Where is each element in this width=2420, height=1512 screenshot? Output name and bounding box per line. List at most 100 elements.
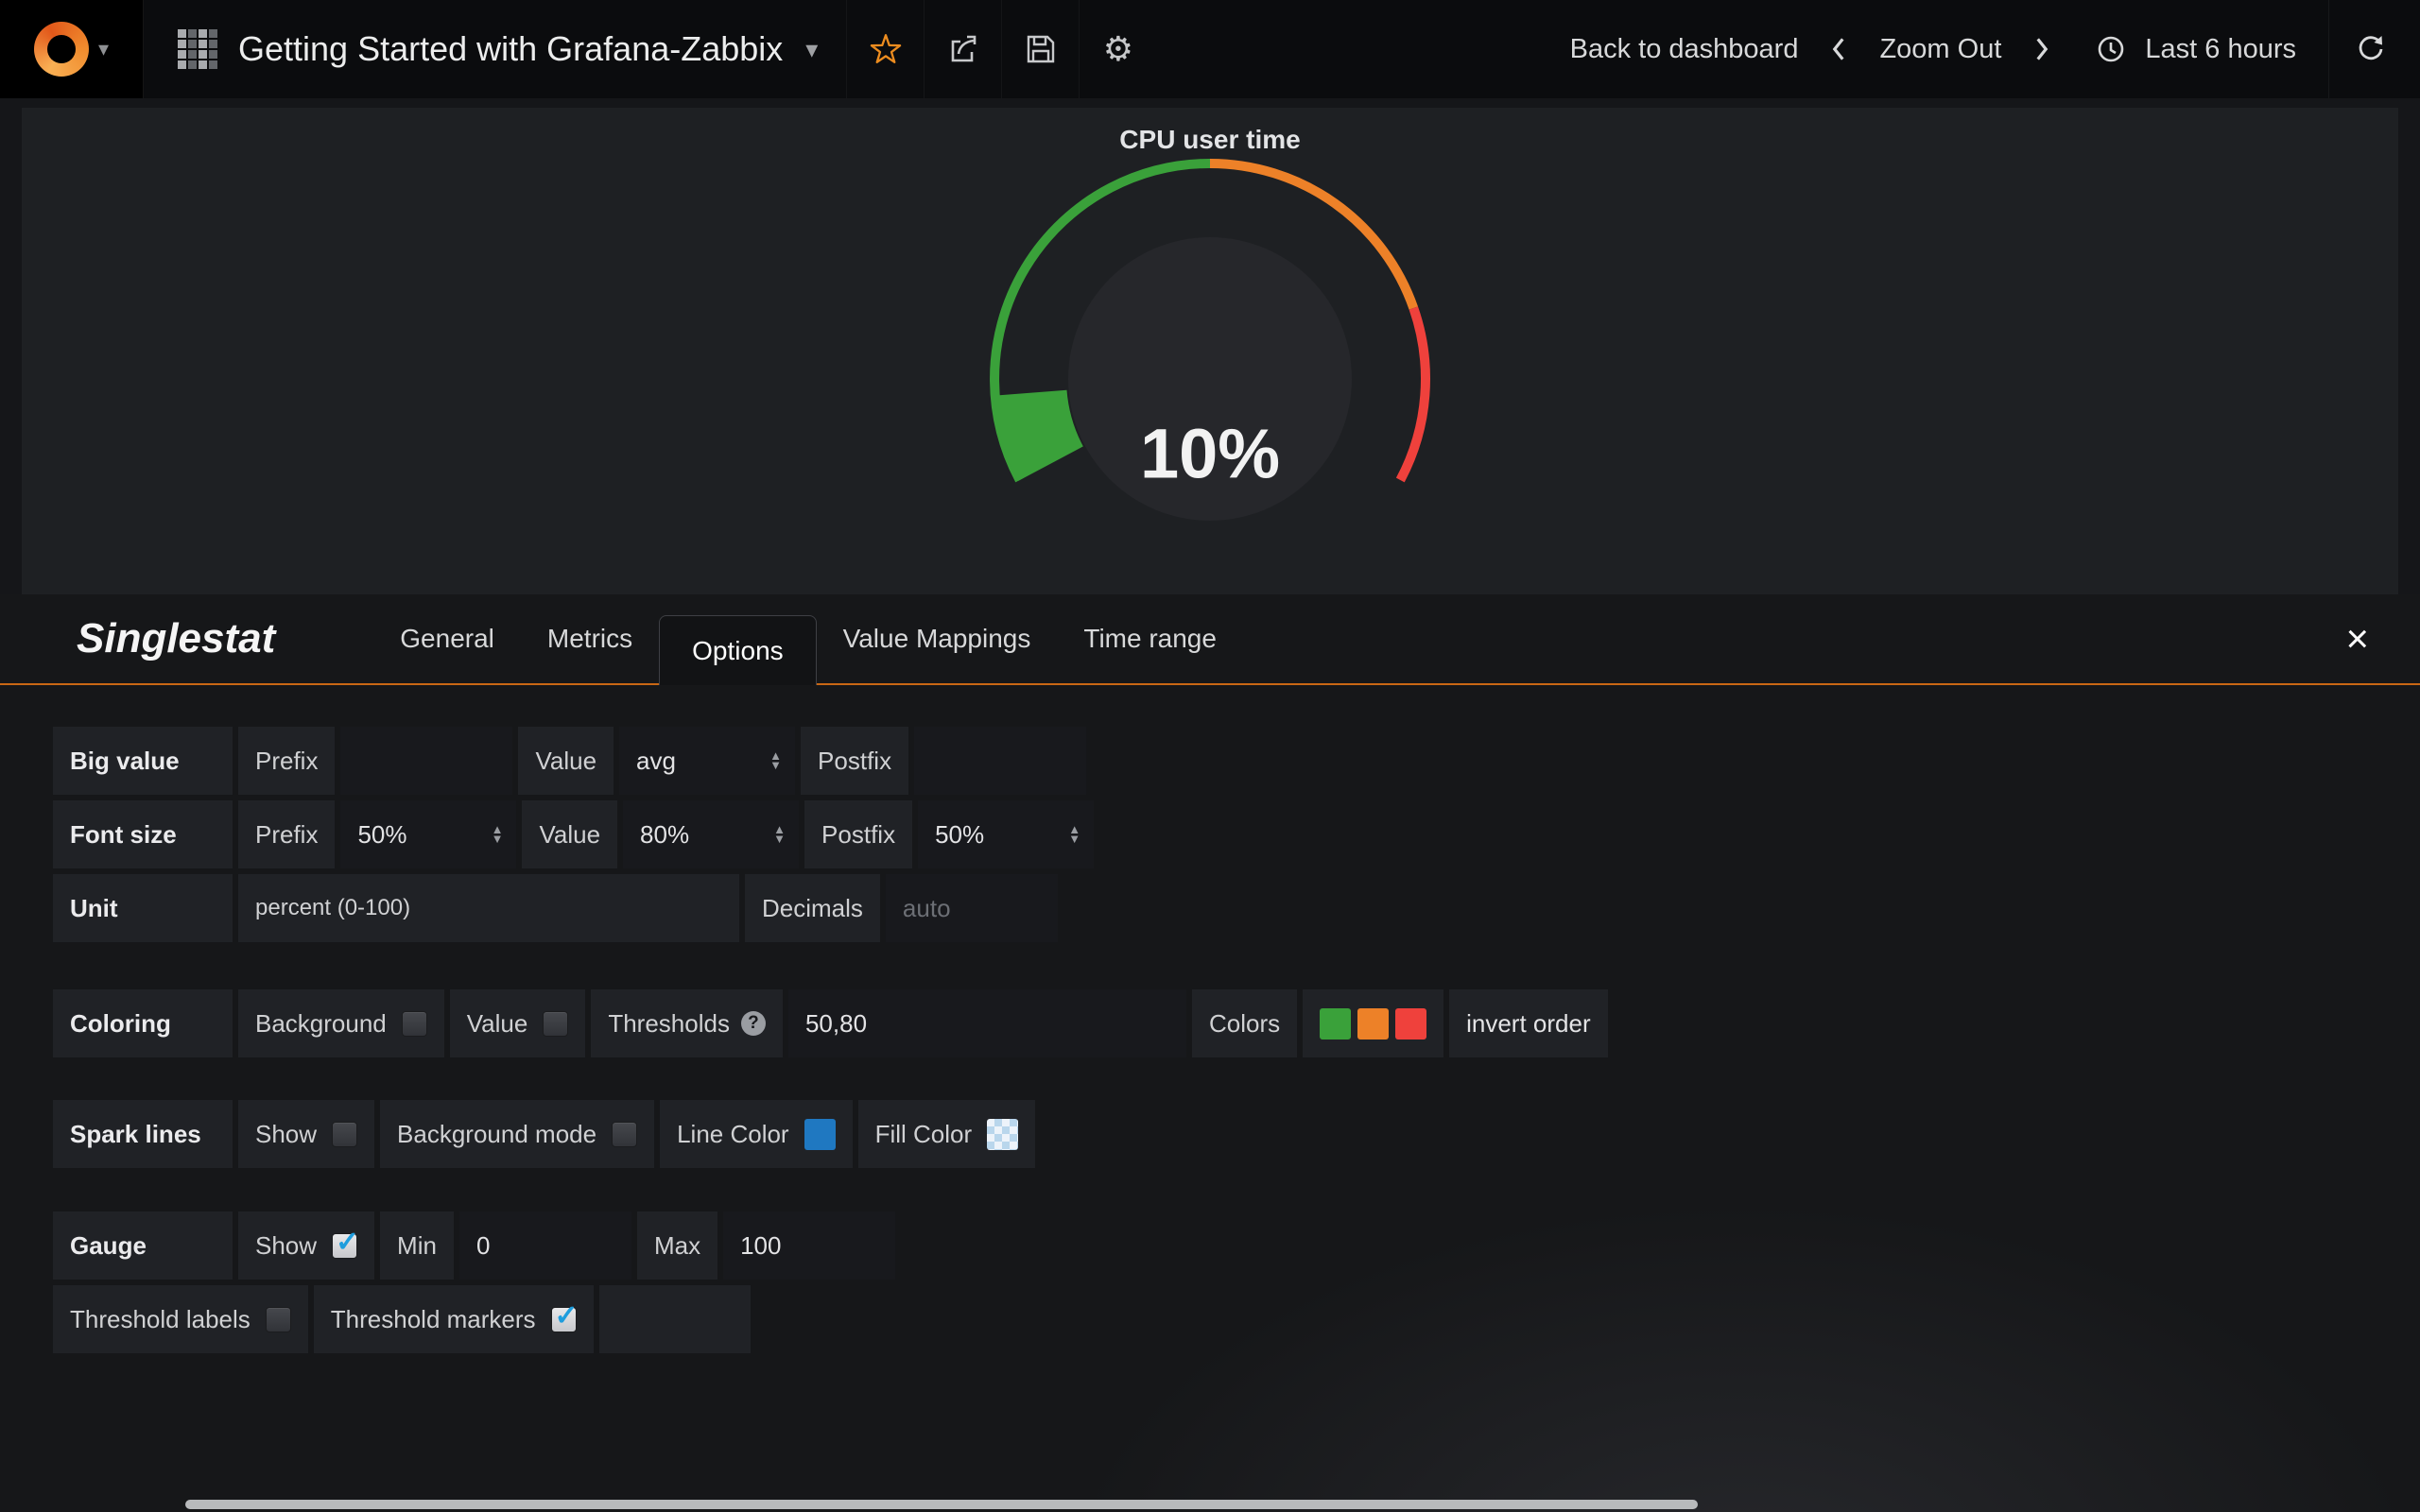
grafana-menu-button[interactable]: ▾	[0, 0, 144, 98]
spark-bgmode-option: Background mode	[380, 1100, 654, 1168]
logo-caret-down-icon: ▾	[98, 37, 109, 61]
thresholds-input[interactable]	[788, 989, 1186, 1057]
big-value-label: Big value	[53, 727, 233, 795]
decimals-input[interactable]	[886, 874, 1058, 942]
threshold-labels-checkbox[interactable]	[266, 1307, 291, 1332]
singlestat-panel: CPU user time 10%	[22, 108, 2398, 594]
fill-color-swatch[interactable]	[987, 1119, 1018, 1150]
value-label: Value	[518, 727, 614, 795]
threshold-display-row: Threshold labels Threshold markers ✓	[53, 1285, 2420, 1353]
editor-tabs-bar: Singlestat General Metrics Options Value…	[0, 594, 2420, 685]
time-shift-left-button[interactable]	[1817, 33, 1860, 65]
grafana-logo-icon	[34, 22, 89, 77]
gear-icon: ⚙	[1103, 29, 1133, 69]
big-value-prefix-input[interactable]	[340, 727, 512, 795]
help-icon[interactable]: ?	[741, 1011, 766, 1036]
big-value-postfix-input[interactable]	[914, 727, 1086, 795]
sparklines-row: Spark lines Show Background mode Line Co…	[53, 1100, 2420, 1168]
value-checkbox[interactable]	[543, 1011, 568, 1037]
font-prefix-label: Prefix	[238, 800, 335, 868]
prefix-label: Prefix	[238, 727, 335, 795]
line-color-swatch[interactable]	[804, 1119, 836, 1150]
unit-dropdown[interactable]: percent (0-100)	[238, 874, 739, 942]
gauge-max-input[interactable]	[723, 1211, 895, 1280]
tab-time-range[interactable]: Time range	[1057, 608, 1243, 670]
checkmark-icon: ✓	[555, 1299, 579, 1332]
tab-value-mappings[interactable]: Value Mappings	[817, 608, 1058, 670]
gauge-chart: 10%	[974, 147, 1446, 530]
tab-general[interactable]: General	[373, 608, 521, 670]
invert-order-button[interactable]: invert order	[1449, 989, 1608, 1057]
line-color-cell: Line Color	[660, 1100, 853, 1168]
select-arrows-icon: ▲▼	[492, 825, 504, 844]
options-form: Big value Prefix Value avg ▲▼ Postfix Fo…	[0, 685, 2420, 1353]
threshold-markers-checkbox[interactable]: ✓	[551, 1307, 577, 1332]
select-arrows-icon: ▲▼	[769, 751, 782, 770]
font-postfix-label: Postfix	[804, 800, 912, 868]
refresh-button[interactable]	[2328, 0, 2394, 98]
font-postfix-select[interactable]: 50% ▲▼	[918, 800, 1094, 868]
navbar-right-controls: Back to dashboard Zoom Out Last 6 hours	[1551, 0, 2420, 98]
unit-row: Unit percent (0-100) Decimals	[53, 874, 2420, 942]
colors-label: Colors	[1192, 989, 1297, 1057]
coloring-background-option: Background	[238, 989, 444, 1057]
spark-bgmode-checkbox[interactable]	[612, 1122, 637, 1147]
thresholds-label-cell: Thresholds ?	[591, 989, 783, 1057]
horizontal-scrollbar[interactable]	[185, 1500, 1698, 1509]
decimals-label: Decimals	[745, 874, 880, 942]
threshold-labels-option: Threshold labels	[53, 1285, 308, 1353]
threshold-markers-option: Threshold markers ✓	[314, 1285, 594, 1353]
postfix-label: Postfix	[801, 727, 908, 795]
threshold-color-3-swatch[interactable]	[1395, 1008, 1426, 1040]
big-value-row: Big value Prefix Value avg ▲▼ Postfix	[53, 727, 2420, 795]
back-to-dashboard-button[interactable]: Back to dashboard	[1551, 34, 1818, 65]
spark-show-option: Show	[238, 1100, 374, 1168]
panel-editor: Singlestat General Metrics Options Value…	[0, 594, 2420, 1512]
gauge-svg: 10%	[974, 147, 1446, 525]
settings-button[interactable]: ⚙	[1079, 0, 1156, 98]
min-label: Min	[380, 1211, 454, 1280]
threshold-color-1-swatch[interactable]	[1320, 1008, 1351, 1040]
share-icon	[946, 32, 980, 66]
threshold-color-2-swatch[interactable]	[1357, 1008, 1389, 1040]
time-range-label[interactable]: Last 6 hours	[2137, 34, 2315, 65]
coloring-label: Coloring	[53, 989, 233, 1057]
gauge-min-input[interactable]	[459, 1211, 631, 1280]
max-label: Max	[637, 1211, 717, 1280]
time-range-picker[interactable]	[2084, 34, 2137, 64]
dashboard-title: Getting Started with Grafana-Zabbix	[238, 29, 783, 69]
coloring-value-option: Value	[450, 989, 586, 1057]
font-size-row: Font size Prefix 50% ▲▼ Value 80% ▲▼ Pos…	[53, 800, 2420, 868]
unit-label: Unit	[53, 874, 233, 942]
tab-metrics[interactable]: Metrics	[521, 608, 659, 670]
zoom-out-button[interactable]: Zoom Out	[1860, 34, 2020, 65]
close-editor-icon[interactable]: ×	[2332, 619, 2382, 659]
font-value-select[interactable]: 80% ▲▼	[623, 800, 799, 868]
dashboard-grid-icon	[178, 29, 217, 69]
save-dashboard-button[interactable]	[1001, 0, 1079, 98]
sparklines-label: Spark lines	[53, 1100, 233, 1168]
chevron-right-icon	[2031, 33, 2052, 65]
refresh-icon	[2354, 32, 2388, 66]
fill-color-cell: Fill Color	[858, 1100, 1036, 1168]
coloring-row: Coloring Background Value Thresholds ? C…	[53, 989, 2420, 1057]
save-floppy-icon	[1024, 32, 1058, 66]
title-caret-down-icon: ▾	[805, 35, 818, 64]
gauge-row: Gauge Show ✓ Min Max	[53, 1211, 2420, 1280]
dashboard-title-dropdown[interactable]: Getting Started with Grafana-Zabbix ▾	[144, 0, 846, 98]
time-shift-right-button[interactable]	[2020, 33, 2064, 65]
value-stat-select[interactable]: avg ▲▼	[619, 727, 795, 795]
star-dashboard-button[interactable]	[846, 0, 924, 98]
top-navbar: ▾ Getting Started with Grafana-Zabbix ▾ …	[0, 0, 2420, 98]
gauge-show-checkbox[interactable]: ✓	[332, 1233, 357, 1259]
share-dashboard-button[interactable]	[924, 0, 1001, 98]
background-checkbox[interactable]	[402, 1011, 427, 1037]
panel-type-title: Singlestat	[77, 615, 275, 662]
gauge-value: 10%	[1140, 415, 1280, 493]
font-size-label: Font size	[53, 800, 233, 868]
chevron-left-icon	[1828, 33, 1849, 65]
tab-options[interactable]: Options	[659, 615, 817, 685]
spark-show-checkbox[interactable]	[332, 1122, 357, 1147]
font-prefix-select[interactable]: 50% ▲▼	[340, 800, 516, 868]
gauge-label: Gauge	[53, 1211, 233, 1280]
